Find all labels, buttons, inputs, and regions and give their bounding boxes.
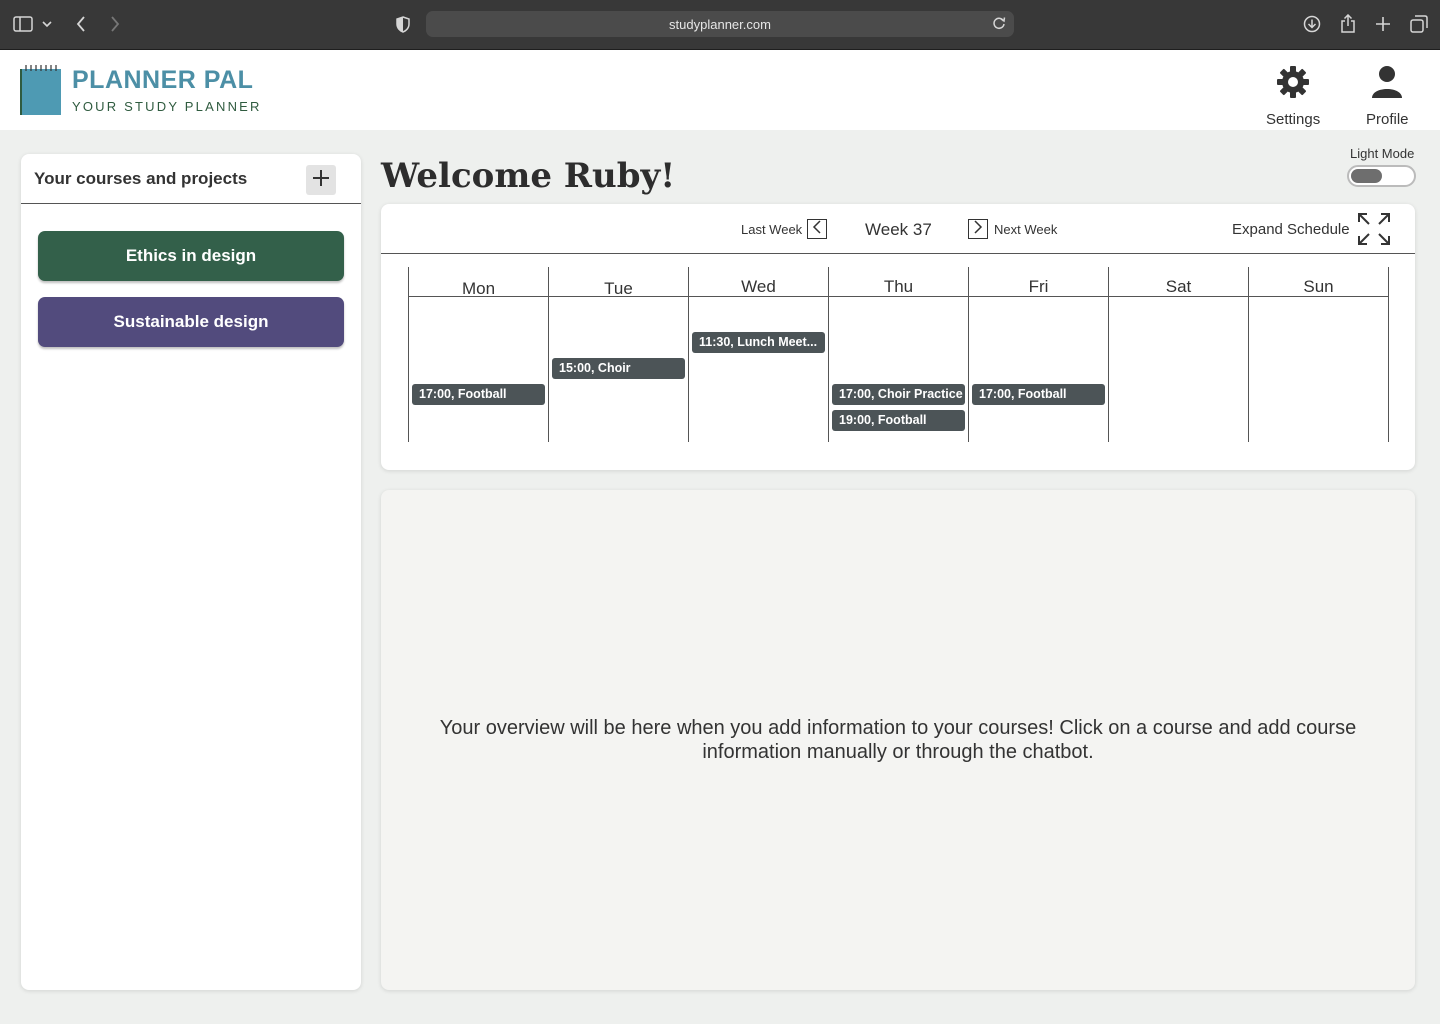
back-icon[interactable] bbox=[72, 14, 90, 34]
day-header: Sat bbox=[1165, 277, 1192, 296]
new-tab-icon[interactable] bbox=[1373, 14, 1393, 34]
brand-title: PLANNER PAL bbox=[72, 66, 254, 94]
chevron-down-icon[interactable] bbox=[40, 16, 54, 32]
event-chip[interactable]: 11:30, Lunch Meet... bbox=[692, 332, 825, 353]
day-column-sat: Sat bbox=[1109, 267, 1249, 442]
browser-toolbar: studyplanner.com bbox=[0, 0, 1440, 50]
event-chip[interactable]: 17:00, Football bbox=[412, 384, 545, 405]
sidebar-toggle-icon[interactable] bbox=[12, 14, 34, 34]
sidebar-header: Your courses and projects bbox=[21, 154, 361, 204]
event-chip[interactable]: 17:00, Choir Practice bbox=[832, 384, 965, 405]
shield-icon[interactable] bbox=[394, 14, 412, 34]
day-column-thu: Thu 17:00, Choir Practice 19:00, Footbal… bbox=[829, 267, 969, 442]
course-ethics-in-design[interactable]: Ethics in design bbox=[38, 231, 344, 281]
day-column-tue: Tue 15:00, Choir bbox=[549, 267, 689, 442]
brand-subtitle: YOUR STUDY PLANNER bbox=[72, 99, 262, 114]
event-chip[interactable]: 19:00, Football bbox=[832, 410, 965, 431]
profile-label: Profile bbox=[1366, 111, 1409, 128]
day-column-mon: Mon 17:00, Football bbox=[409, 267, 549, 442]
overview-panel: Your overview will be here when you add … bbox=[381, 490, 1415, 990]
chevron-right-icon bbox=[973, 219, 983, 239]
day-divider bbox=[549, 296, 689, 297]
chevron-left-icon bbox=[812, 219, 822, 239]
day-divider bbox=[969, 296, 1109, 297]
toggle-knob bbox=[1351, 169, 1382, 183]
course-sustainable-design[interactable]: Sustainable design bbox=[38, 297, 344, 347]
day-divider bbox=[409, 296, 549, 297]
day-column-sun: Sun bbox=[1249, 267, 1389, 442]
week-label: Week 37 bbox=[865, 220, 932, 239]
settings-label: Settings bbox=[1266, 111, 1321, 128]
expand-schedule-label[interactable]: Expand Schedule bbox=[1232, 221, 1350, 238]
overview-empty-message: Your overview will be here when you add … bbox=[439, 717, 1357, 763]
day-header: Thu bbox=[883, 277, 914, 296]
day-divider bbox=[1249, 296, 1389, 297]
app-header: PLANNER PAL YOUR STUDY PLANNER Settings bbox=[0, 50, 1440, 130]
forward-icon[interactable] bbox=[106, 14, 124, 34]
last-week-label[interactable]: Last Week bbox=[741, 222, 802, 237]
profile-button[interactable]: Profile bbox=[1366, 64, 1409, 128]
notebook-logo-icon bbox=[20, 63, 62, 117]
weekly-schedule: Last Week Week 37 Next Week Expand Sched… bbox=[381, 204, 1415, 470]
day-column-fri: Fri 17:00, Football bbox=[969, 267, 1109, 442]
plus-icon bbox=[312, 169, 330, 192]
reload-icon[interactable] bbox=[992, 15, 1006, 34]
gear-icon bbox=[1275, 64, 1311, 105]
day-divider bbox=[1109, 296, 1249, 297]
light-mode-label: Light Mode bbox=[1350, 146, 1415, 161]
day-column-wed: Wed 11:30, Lunch Meet... bbox=[689, 267, 829, 442]
next-week-label[interactable]: Next Week bbox=[994, 222, 1057, 237]
user-icon bbox=[1369, 64, 1405, 105]
address-bar[interactable]: studyplanner.com bbox=[426, 11, 1014, 37]
settings-button[interactable]: Settings bbox=[1266, 64, 1320, 128]
week-grid: Mon 17:00, Football Tue 15:00, Choir Wed… bbox=[408, 267, 1389, 442]
share-icon[interactable] bbox=[1338, 13, 1358, 35]
event-chip[interactable]: 17:00, Football bbox=[972, 384, 1105, 405]
download-icon[interactable] bbox=[1302, 14, 1322, 34]
url-text: studyplanner.com bbox=[669, 16, 771, 32]
welcome-heading: Welcome Ruby! bbox=[381, 156, 676, 196]
day-divider bbox=[829, 296, 969, 297]
day-divider bbox=[689, 296, 829, 297]
add-course-button[interactable] bbox=[306, 165, 336, 195]
courses-sidebar: Your courses and projects Ethics in desi… bbox=[21, 154, 361, 990]
day-header: Sun bbox=[1303, 277, 1334, 296]
day-header: Wed bbox=[741, 277, 776, 296]
next-week-button[interactable] bbox=[968, 219, 988, 239]
expand-icon[interactable] bbox=[1357, 212, 1391, 246]
light-mode-toggle[interactable] bbox=[1347, 165, 1416, 187]
day-header: Fri bbox=[1028, 277, 1049, 296]
prev-week-button[interactable] bbox=[807, 219, 827, 239]
schedule-header: Last Week Week 37 Next Week Expand Sched… bbox=[381, 204, 1415, 254]
tab-overview-icon[interactable] bbox=[1409, 14, 1429, 34]
event-chip[interactable]: 15:00, Choir bbox=[552, 358, 685, 379]
sidebar-title: Your courses and projects bbox=[34, 168, 248, 188]
